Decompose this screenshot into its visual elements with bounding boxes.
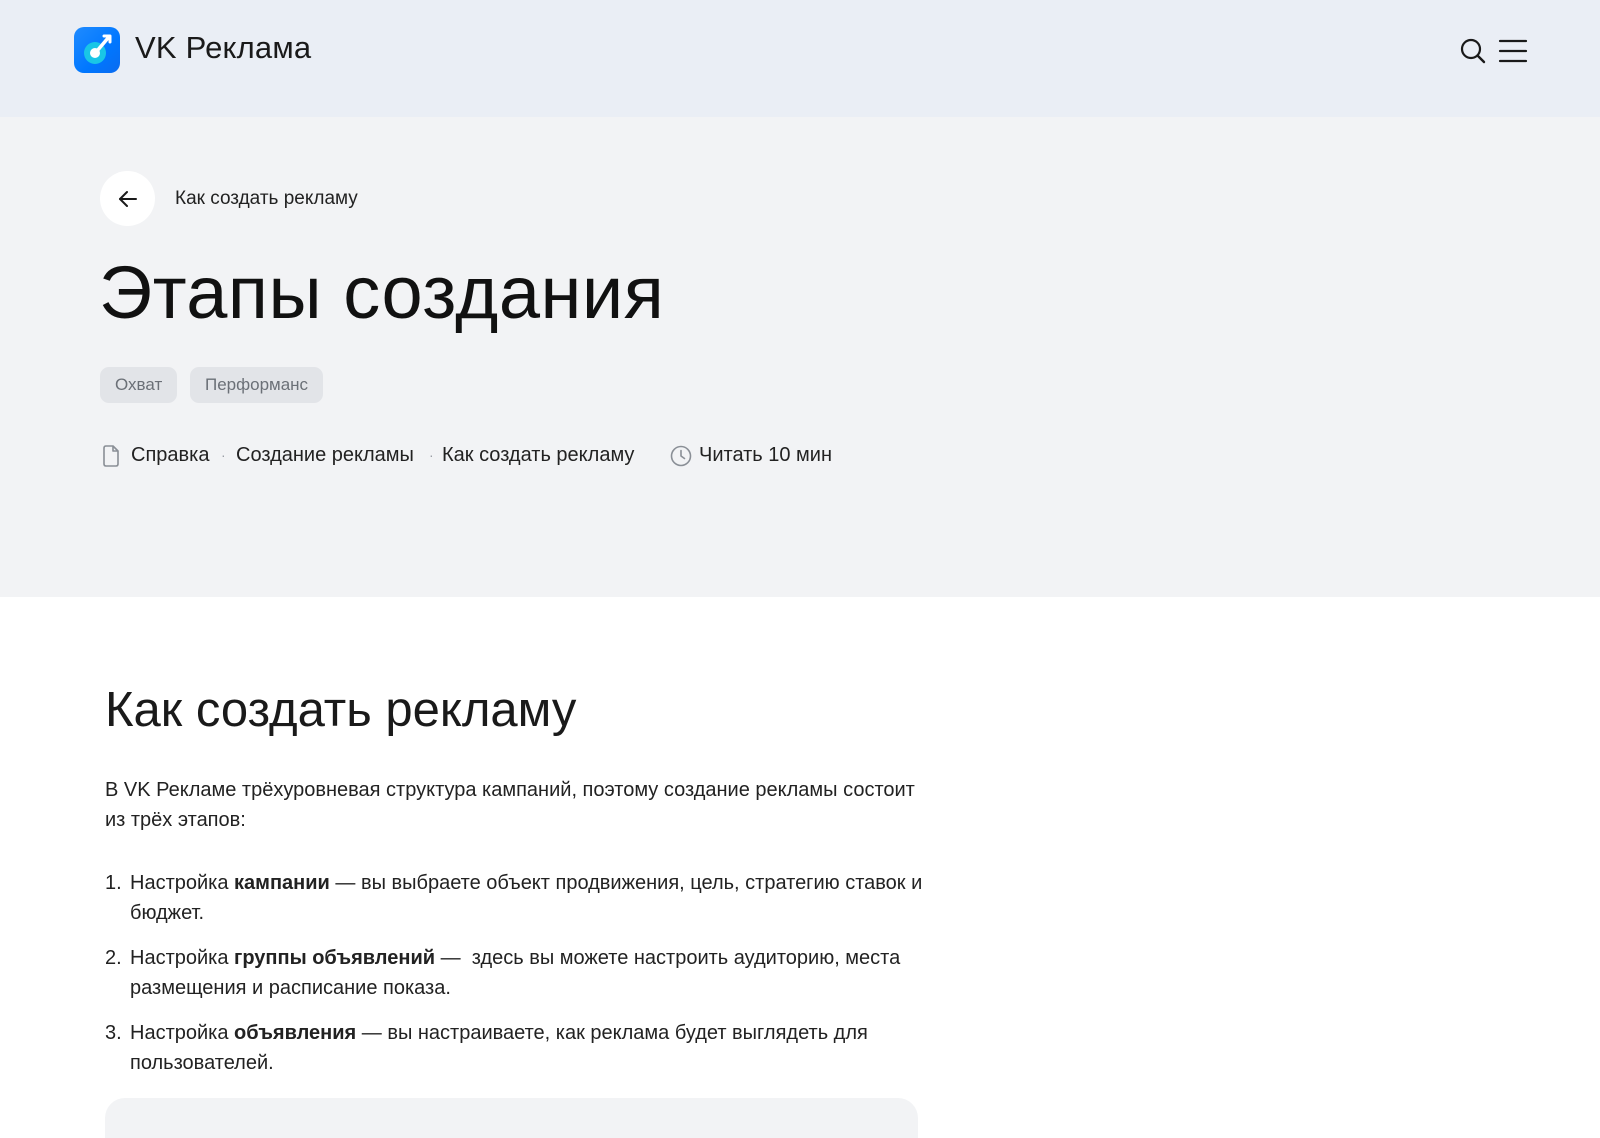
menu-icon[interactable] (1496, 34, 1530, 68)
breadcrumb-separator: · (221, 447, 226, 463)
tag-reach[interactable]: Охват (100, 367, 178, 403)
breadcrumb-how-to-create[interactable]: Как создать рекламу (442, 444, 634, 467)
search-icon[interactable] (1456, 34, 1490, 68)
vk-ads-logo[interactable] (74, 27, 120, 73)
step-keyword: группы объявлений (234, 947, 436, 969)
list-item: 2. Настройка группы объявлений — здесь вы… (105, 947, 906, 999)
list-item: 1. Настройка кампании — вы выбраете объек… (105, 872, 923, 924)
brand-name[interactable]: VK Реклама (135, 30, 311, 66)
page-title: Этапы создания (99, 251, 665, 334)
article-heading: Как создать рекламу (105, 683, 577, 737)
back-link[interactable]: Как создать рекламу (175, 188, 358, 210)
list-item: 3. Настройка объявления — вы настраиваете… (105, 1022, 868, 1074)
step-keyword: кампании (234, 872, 330, 894)
breadcrumb-creating-ads[interactable]: Создание рекламы (236, 444, 414, 467)
article-intro: В VK Рекламе трёхуровневая структура кам… (105, 779, 915, 831)
breadcrumb-help[interactable]: Справка (131, 444, 209, 467)
logo-icon (84, 34, 112, 64)
back-button[interactable] (100, 171, 155, 226)
document-icon (103, 445, 119, 467)
top-header: VK Реклама (0, 0, 1600, 117)
tag-performance[interactable]: Перформанс (190, 367, 324, 403)
arrow-left-icon (119, 191, 137, 207)
read-time: Читать 10 мин (699, 444, 833, 466)
steps-list: 1. Настройка кампании — вы выбраете объек… (105, 868, 925, 1093)
step-keyword: объявления (234, 1022, 357, 1044)
breadcrumb-separator: · (429, 447, 434, 463)
clock-icon (670, 445, 692, 467)
info-card (105, 1098, 918, 1138)
